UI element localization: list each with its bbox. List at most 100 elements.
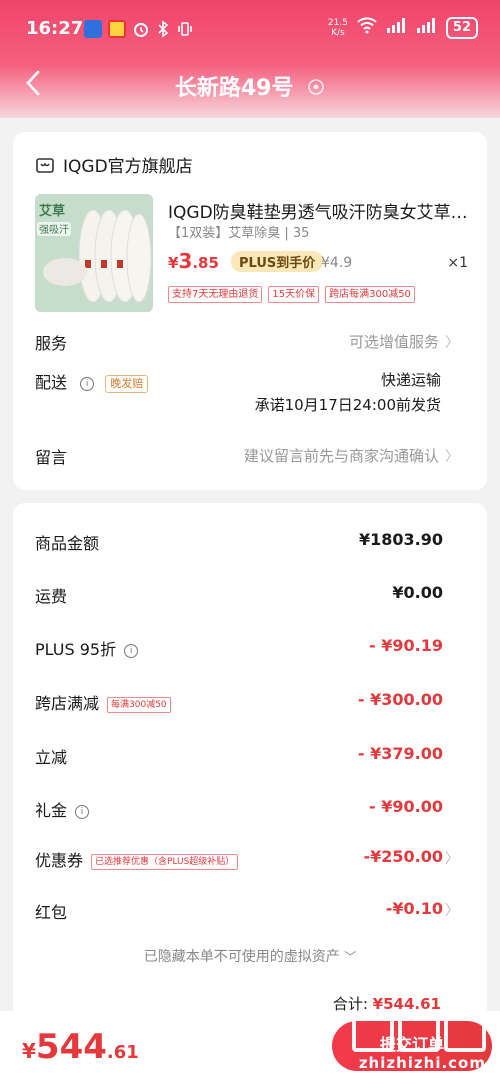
summary-row-instant: 立减 - ¥379.00 [35,744,443,768]
delivery-label: 配送 [35,373,68,392]
hidden-assets-text: 已隐藏本单不可使用的虚拟资产 [143,949,340,965]
price-dec: .85 [192,254,219,272]
final-price: ¥544.61 [22,1027,139,1067]
plus-price-tag: PLUS到手价 [231,251,324,272]
late-compensation-tag: 晚发赔 [105,374,149,393]
hidden-assets-toggle[interactable]: 已隐藏本单不可使用的虚拟资产 ﹀ [13,946,487,966]
summary-label: 运费 [35,587,68,606]
summary-row-gift: 礼金 i - ¥90.00 [35,797,443,821]
info-icon[interactable]: i [75,804,90,819]
chevron-right-icon: 〉 [445,449,459,465]
delivery-promise: 承诺10月17日24:00前发货 [254,396,441,414]
summary-row-goods: 商品金额 ¥1803.90 [35,530,443,554]
product-spec[interactable]: 【1双装】艾草除臭 | 35 [168,222,309,241]
product-image-text-1: 艾草 [39,204,66,219]
summary-label: PLUS 95折 [35,640,117,659]
nav-bar: 长新路49号 [0,60,500,106]
status-left-icons [84,20,194,43]
chevron-right-icon: 〉 [445,903,459,919]
net-speed-value: 21.5 [327,17,348,28]
site-watermark: zhizhizhi.com [342,1014,492,1074]
summary-label: 跨店满减 [35,694,100,713]
badge-cross-store: 跨店每满300减50 [325,286,415,303]
status-time: 16:27 [26,18,84,39]
summary-value: -¥250.00 [363,847,443,866]
red-app-icon [108,20,126,38]
chevron-right-icon: 〉 [445,335,459,351]
bluetooth-icon [156,20,170,43]
unit-price: ¥3.85 [168,249,219,273]
summary-label-wrap: 礼金 i [35,797,90,821]
net-speed-unit: K/s [331,27,345,38]
info-icon[interactable]: i [80,376,95,391]
watermark-glyph [444,1014,486,1052]
summary-row-shipping: 运费 ¥0.00 [35,583,443,607]
message-label: 留言 [35,448,68,467]
price-summary-card: 商品金额 ¥1803.90 运费 ¥0.00 PLUS 95折 i - ¥90.1… [13,503,487,1023]
app-notification-icon [84,20,102,38]
battery-indicator: 52 [445,16,478,39]
summary-label: 红包 [35,903,68,922]
delivery-method[interactable]: 快递运输 [381,369,441,390]
final-price-int: 544 [35,1027,107,1067]
summary-label-wrap: 优惠券 已选推荐优惠（含PLUS超级补贴） [35,847,239,871]
address-title[interactable]: 长新路49号 [0,70,500,102]
store-name: IQGD官方旗舰店 [63,157,193,177]
store-card: IQGD官方旗舰店 艾草 强吸汗 IQGD防臭鞋垫男透气吸汗防臭女艾草… 【1双… [13,132,487,490]
info-icon[interactable]: i [124,643,139,658]
summary-value: - ¥90.19 [369,636,443,655]
product-image-text-2: 强吸汗 [39,225,69,236]
shop-icon [36,157,54,173]
summary-value: ¥0.00 [392,583,443,602]
status-right-icons: 21.5 K/s 52 [328,16,478,39]
watermark-glyph [398,1014,440,1052]
original-price: ¥4.9 [321,255,353,271]
service-badges: 支持7天无理由退货 15天价保 跨店每满300减50 [168,286,415,303]
service-label: 服务 [35,334,68,353]
summary-label-wrap: 跨店满减 每满300减50 [35,690,171,714]
watermark-glyph [352,1014,394,1052]
summary-label-wrap: PLUS 95折 i [35,636,139,660]
summary-row-plus: PLUS 95折 i - ¥90.19 [35,636,443,660]
summary-value: -¥0.10 [385,899,443,918]
signal-icon [386,16,408,39]
header-background: 16:27 21.5 K/s 52 长新路49号 [0,0,500,118]
coupon-tag: 已选推荐优惠（含PLUS超级补贴） [91,853,239,870]
summary-value: - ¥379.00 [357,744,443,763]
store-header[interactable]: IQGD官方旗舰店 [35,152,193,177]
chevron-down-icon: ﹀ [344,950,357,964]
summary-value: - ¥300.00 [357,690,443,709]
summary-row-cross-store: 跨店满减 每满300减50 - ¥300.00 [35,690,443,714]
summary-label: 优惠券 [35,851,84,870]
net-speed: 21.5 K/s [328,18,348,38]
summary-label: 礼金 [35,801,68,820]
status-bar: 16:27 21.5 K/s 52 [0,12,500,46]
delivery-row-label: 配送 i 晚发赔 [35,369,149,393]
watermark-logo [352,1014,486,1052]
vibrate-icon [176,20,194,43]
product-title[interactable]: IQGD防臭鞋垫男透气吸汗防臭女艾草… [168,198,468,223]
quantity: ×1 [447,255,468,271]
final-price-dec: .61 [106,1042,139,1063]
service-selector[interactable]: 可选增值服务〉 [349,331,459,352]
signal-icon-2 [416,16,438,39]
location-pin-icon [307,77,325,102]
watermark-text: zhizhizhi.com [358,1054,486,1072]
price-int: 3 [178,249,193,273]
summary-label: 立减 [35,748,68,767]
service-value: 可选增值服务 [348,333,439,351]
message-placeholder: 建议留言前先与商家沟通确认 [243,447,439,465]
product-image[interactable]: 艾草 强吸汗 [35,194,153,312]
summary-value: - ¥90.00 [369,797,443,816]
final-price-symbol: ¥ [22,1039,36,1063]
badge-price-protect: 15天价保 [268,286,320,303]
summary-label: 商品金额 [35,534,100,553]
message-input[interactable]: 建议留言前先与商家沟通确认〉 [244,445,459,466]
wifi-icon [356,16,378,39]
summary-row-coupon[interactable]: 优惠券 已选推荐优惠（含PLUS超级补贴） -¥250.00 〉 [35,847,459,871]
summary-value: ¥1803.90 [358,530,443,549]
summary-row-redpacket[interactable]: 红包 -¥0.10 〉 [35,899,459,923]
address-text: 长新路49号 [174,76,294,101]
alarm-icon [132,20,150,43]
chevron-right-icon: 〉 [445,851,459,867]
